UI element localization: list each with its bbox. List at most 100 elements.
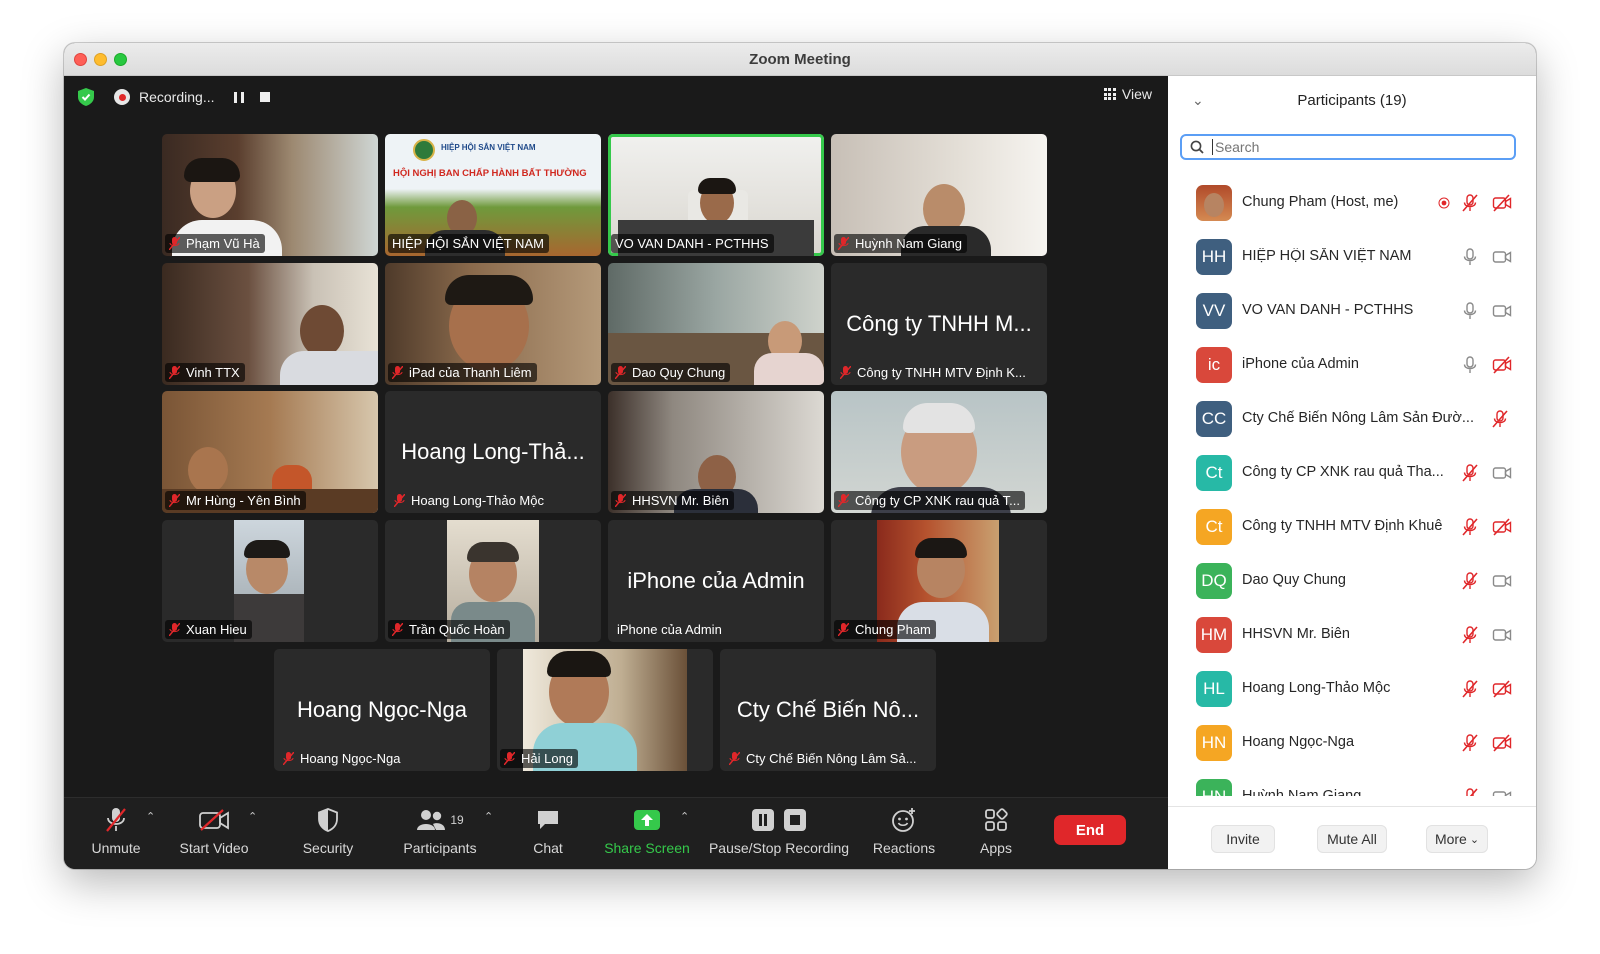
more-options-button[interactable]: More ⌄ <box>1426 825 1488 853</box>
muted-mic-icon[interactable] <box>1460 571 1480 591</box>
avatar-initials: HN <box>1201 733 1227 752</box>
pause-stop-recording-button[interactable]: Pause/Stop Recording <box>708 806 850 856</box>
muted-mic-icon[interactable] <box>1460 625 1480 645</box>
video-tile[interactable]: iPhone của Admin iPhone của Admin <box>608 520 824 642</box>
apps-icon <box>985 808 1008 831</box>
share-screen-button[interactable]: Share Screen <box>604 806 690 856</box>
video-camera-icon[interactable] <box>1492 463 1512 483</box>
video-tile[interactable]: Trần Quốc Hoàn <box>385 520 601 642</box>
muted-mic-icon[interactable] <box>1490 409 1510 429</box>
video-tile[interactable]: Chung Pham <box>831 520 1047 642</box>
participants-caret-icon[interactable]: ⌃ <box>484 810 493 823</box>
video-tile[interactable]: Xuan Hieu <box>162 520 378 642</box>
unmute-button[interactable]: Unmute <box>88 806 144 856</box>
video-camera-icon[interactable] <box>1492 301 1512 321</box>
video-stage: Recording... View Phạm Vũ Hà HIỆP HỘI SẮ… <box>64 76 1168 797</box>
encryption-shield-icon[interactable] <box>78 88 94 106</box>
mic-icon[interactable] <box>1460 355 1480 375</box>
mute-all-button[interactable]: Mute All <box>1317 825 1387 853</box>
title-bar: Zoom Meeting <box>64 43 1536 76</box>
muted-mic-icon[interactable] <box>1460 787 1480 796</box>
reactions-button[interactable]: Reactions <box>872 806 936 856</box>
muted-mic-icon[interactable] <box>1460 733 1480 753</box>
avatar: CC <box>1196 401 1232 437</box>
association-logo-icon <box>413 139 435 161</box>
participant-row[interactable]: Ct Công ty CP XNK rau quả Tha... <box>1168 446 1536 500</box>
participant-nametag: Huỳnh Nam Giang <box>834 234 967 253</box>
video-camera-icon[interactable] <box>1492 571 1512 591</box>
video-tile[interactable]: HHSVN Mr. Biên <box>608 391 824 513</box>
video-tile[interactable]: Dao Quy Chung <box>608 263 824 385</box>
video-tile[interactable]: Vinh TTX <box>162 263 378 385</box>
share-options-caret-icon[interactable]: ⌃ <box>680 810 689 823</box>
muted-mic-icon[interactable] <box>1460 517 1480 537</box>
muted-mic-icon[interactable] <box>1460 679 1480 699</box>
apps-label: Apps <box>980 840 1012 856</box>
pause-recording-icon[interactable] <box>234 91 245 103</box>
video-camera-icon[interactable] <box>1492 625 1512 645</box>
muted-mic-icon <box>169 366 180 379</box>
participant-row[interactable]: Chung Pham (Host, me) <box>1168 176 1536 230</box>
chat-button[interactable]: Chat <box>528 806 568 856</box>
participant-nametag: Chung Pham <box>834 620 936 639</box>
video-tile-active-speaker[interactable]: VO VAN DANH - PCTHHS <box>608 134 824 256</box>
participant-row[interactable]: HH HIỆP HỘI SẮN VIỆT NAM <box>1168 230 1536 284</box>
avatar: HN <box>1196 725 1232 761</box>
video-tile[interactable]: iPad của Thanh Liêm <box>385 263 601 385</box>
participant-row[interactable]: HL Hoang Long-Thảo Mộc <box>1168 662 1536 716</box>
video-tile[interactable]: Huỳnh Nam Giang <box>831 134 1047 256</box>
video-tile[interactable]: Mr Hùng - Yên Bình <box>162 391 378 513</box>
window-title: Zoom Meeting <box>749 51 851 68</box>
search-input[interactable] <box>1212 139 1492 155</box>
recording-bar: Recording... <box>78 86 271 108</box>
video-off-icon[interactable] <box>1492 193 1512 213</box>
video-off-icon[interactable] <box>1492 517 1512 537</box>
participant-row[interactable]: DQ Dao Quy Chung <box>1168 554 1536 608</box>
start-video-button[interactable]: Start Video <box>176 806 252 856</box>
zoom-window: Zoom Meeting Recording... View Phạm Vũ H… <box>64 43 1536 869</box>
chat-bubble-icon <box>538 811 558 829</box>
video-off-icon[interactable] <box>1492 733 1512 753</box>
participants-button[interactable]: 19 Participants <box>400 806 480 856</box>
security-button[interactable]: Security <box>300 806 356 856</box>
video-tile[interactable]: Cty Chế Biến Nô... Cty Chế Biến Nông Lâm… <box>720 649 936 771</box>
participant-row[interactable]: HM HHSVN Mr. Biên <box>1168 608 1536 662</box>
participant-row[interactable]: ic iPhone của Admin <box>1168 338 1536 392</box>
unmute-label: Unmute <box>91 840 141 856</box>
stop-recording-icon[interactable] <box>260 92 271 102</box>
apps-button[interactable]: Apps <box>976 806 1016 856</box>
muted-mic-icon <box>504 752 515 765</box>
mic-icon[interactable] <box>1460 247 1480 267</box>
muted-mic-icon[interactable] <box>1460 463 1480 483</box>
participants-label: Participants <box>403 840 477 856</box>
video-off-icon[interactable] <box>1492 355 1512 375</box>
video-tile[interactable]: Phạm Vũ Hà <box>162 134 378 256</box>
video-tile[interactable]: Công ty TNHH M... Công ty TNHH MTV Định … <box>831 263 1047 385</box>
avatar-initials: HM <box>1200 625 1228 644</box>
muted-mic-icon <box>392 623 403 636</box>
video-off-icon[interactable] <box>1492 679 1512 699</box>
muted-mic-icon[interactable] <box>1460 193 1480 213</box>
mic-icon[interactable] <box>1460 301 1480 321</box>
participant-name: VO VAN DANH - PCTHHS <box>1242 302 1414 318</box>
video-tile[interactable]: Công ty CP XNK rau quả T... <box>831 391 1047 513</box>
participant-row[interactable]: CC Cty Chế Biến Nông Lâm Sản Đườ... <box>1168 392 1536 446</box>
audio-options-caret-icon[interactable]: ⌃ <box>146 810 155 823</box>
participant-row[interactable]: VV VO VAN DANH - PCTHHS <box>1168 284 1536 338</box>
participant-search-box[interactable] <box>1180 134 1516 160</box>
video-tile[interactable]: HIỆP HỘI SẮN VIỆT NAM HỘI NGHỊ BAN CHẤP … <box>385 134 601 256</box>
participant-row[interactable]: HN Hoang Ngọc-Nga <box>1168 716 1536 770</box>
muted-mic-icon <box>392 366 403 379</box>
video-camera-icon[interactable] <box>1492 247 1512 267</box>
view-button[interactable]: View <box>1103 86 1152 102</box>
participant-row[interactable]: Ct Công ty TNHH MTV Định Khuê <box>1168 500 1536 554</box>
end-meeting-button[interactable]: End <box>1054 815 1126 845</box>
video-camera-icon[interactable] <box>1492 787 1512 796</box>
video-tile[interactable]: Hải Long <box>497 649 713 771</box>
muted-mic-icon <box>283 752 294 765</box>
participant-row[interactable]: HN Huỳnh Nam Giang <box>1168 770 1536 796</box>
video-options-caret-icon[interactable]: ⌃ <box>248 810 257 823</box>
video-tile[interactable]: Hoang Long-Thả... Hoang Long-Thảo Mộc <box>385 391 601 513</box>
invite-button[interactable]: Invite <box>1211 825 1275 853</box>
video-tile[interactable]: Hoang Ngọc-Nga Hoang Ngọc-Nga <box>274 649 490 771</box>
